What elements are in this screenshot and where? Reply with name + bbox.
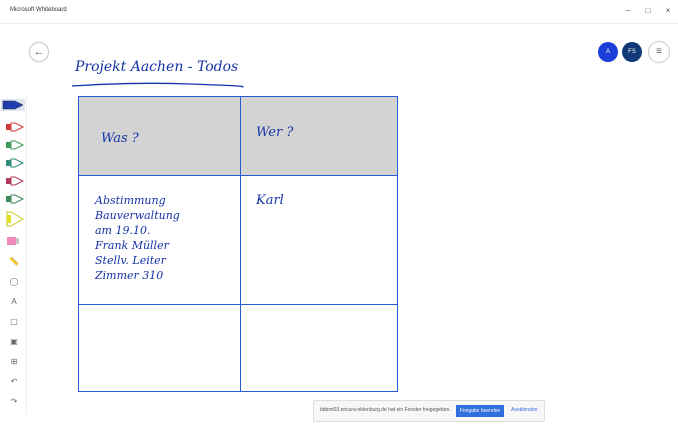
highlighter-icon [6, 211, 24, 227]
screen-share-bar: bbbmi03.ericura-oldenburg.de hat ein Fen… [313, 400, 545, 422]
redo-icon[interactable]: ↷ [8, 396, 20, 408]
arrow-left-icon: ← [33, 46, 45, 58]
minimize-button[interactable]: – [620, 4, 636, 18]
pen-teal[interactable] [5, 157, 25, 169]
task-line: Abstimmung [95, 194, 166, 207]
close-button[interactable]: × [660, 4, 676, 18]
task-line: Stellv. Leiter [95, 254, 166, 267]
task-line: Frank Müller [95, 239, 169, 252]
title-bar: Microsoft Whiteboard – □ × [0, 0, 678, 24]
settings-menu-button[interactable]: ≡ [648, 41, 670, 63]
title-underline [71, 82, 244, 88]
pen-dark-selected[interactable] [1, 99, 25, 111]
image-icon[interactable]: ▣ [8, 336, 20, 348]
task-line: Bauverwaltung [95, 209, 180, 222]
pen-icon [6, 158, 25, 168]
pen-icon [6, 176, 25, 186]
drawing-toolbar: 📏 ◯ A ▢ ▣ ⊞ ↶ ↷ [0, 93, 27, 413]
add-icon[interactable]: ⊞ [8, 356, 20, 368]
pen-icon [2, 100, 24, 110]
highlighter-pink[interactable] [5, 235, 25, 247]
lasso-icon[interactable]: ◯ [8, 276, 20, 288]
pen-green[interactable] [5, 139, 25, 151]
pen-icon [6, 194, 25, 204]
task-line: am 19.10. [95, 224, 151, 237]
ruler-icon[interactable]: 📏 [8, 256, 20, 268]
app-title: Microsoft Whiteboard [10, 7, 67, 13]
pen-darkgreen[interactable] [5, 193, 25, 205]
column-divider [240, 97, 241, 391]
avatar[interactable]: FS [622, 42, 642, 62]
share-message: bbbmi03.ericura-oldenburg.de hat ein Fen… [320, 407, 451, 413]
highlighter-yellow[interactable] [5, 211, 25, 227]
avatar-initials: A [605, 49, 610, 55]
hide-button[interactable]: Ausblenden [511, 407, 537, 413]
pen-maroon[interactable] [5, 175, 25, 187]
stop-sharing-button[interactable]: Freigabe beenden [456, 405, 504, 417]
todo-table[interactable]: Was ? Wer ? Abstimmung Bauverwaltung am … [78, 96, 398, 392]
avatar[interactable]: A [598, 42, 618, 62]
task-text: Abstimmung Bauverwaltung am 19.10. Frank… [95, 193, 180, 283]
row-divider [79, 304, 397, 305]
task-line: Zimmer 310 [95, 269, 164, 282]
header-wer: Wer ? [256, 125, 294, 140]
pen-red[interactable] [5, 121, 25, 133]
pen-icon [6, 122, 25, 132]
pen-icon [6, 140, 25, 150]
maximize-button[interactable]: □ [640, 4, 656, 18]
avatar-initials: FS [628, 49, 636, 55]
note-icon[interactable]: ▢ [8, 316, 20, 328]
owner-text: Karl [256, 193, 284, 208]
text-tool-icon[interactable]: A [8, 296, 20, 308]
hamburger-icon: ≡ [656, 46, 662, 57]
back-button[interactable]: ← [29, 42, 49, 62]
board-title: Projekt Aachen - Todos [75, 59, 239, 75]
header-was: Was ? [101, 131, 139, 146]
undo-icon[interactable]: ↶ [8, 376, 20, 388]
highlighter-icon [7, 237, 19, 245]
row-divider [79, 175, 397, 176]
